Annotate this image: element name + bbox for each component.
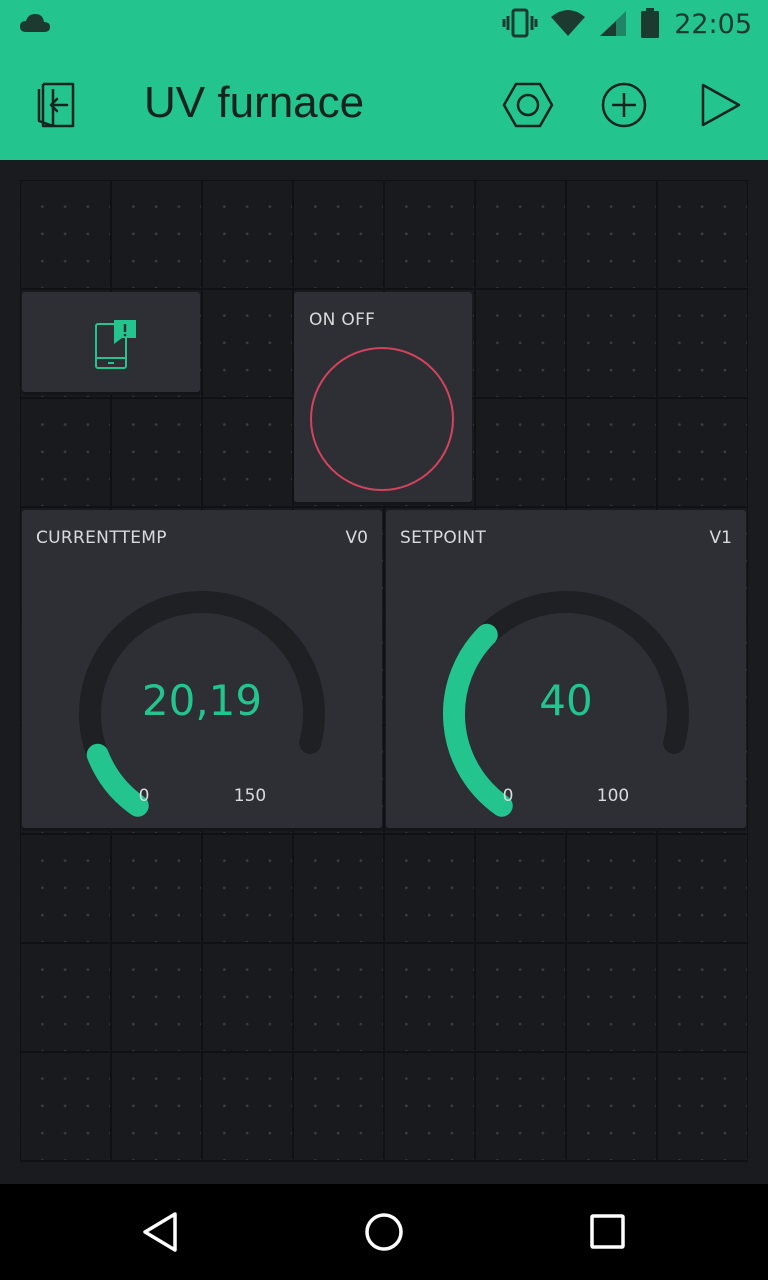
add-icon[interactable] <box>596 77 652 133</box>
page-title: UV furnace <box>144 78 365 127</box>
wifi-icon <box>550 9 586 41</box>
gauge-widget-currenttemp: CURRENTTEMP V0 20,19 0 150 <box>22 510 382 828</box>
gauge-dial: 20,19 0 150 <box>79 591 325 817</box>
signal-icon <box>598 9 628 41</box>
app-toolbar: UV furnace <box>0 50 768 160</box>
battery-icon <box>640 8 660 42</box>
play-icon[interactable] <box>692 77 748 133</box>
gauge-value-arc <box>443 623 513 817</box>
home-icon[interactable] <box>356 1204 412 1260</box>
back-icon[interactable] <box>132 1204 188 1260</box>
gauge-value: 20,19 <box>142 676 262 725</box>
status-time: 22:05 <box>674 9 752 40</box>
vibrate-icon <box>502 8 538 42</box>
gauge-value: 40 <box>539 676 592 725</box>
gauge-max: 100 <box>597 786 629 806</box>
notification-widget[interactable] <box>22 292 200 392</box>
gauge-dial: 40 0 100 <box>443 591 689 817</box>
on-off-button-widget: ON OFF <box>294 292 472 502</box>
status-bar: 22:05 <box>0 0 768 50</box>
recents-icon[interactable] <box>580 1204 636 1260</box>
on-off-button[interactable] <box>310 347 454 491</box>
cloud-icon <box>18 10 52 42</box>
phone-alert-icon <box>94 318 138 374</box>
gauge-min: 0 <box>503 786 514 806</box>
gauge-value-arc <box>86 743 149 817</box>
exit-icon[interactable] <box>28 77 84 133</box>
settings-hexagon-icon[interactable] <box>500 77 556 133</box>
gauge-widget-setpoint: SETPOINT V1 40 0 100 <box>386 510 746 828</box>
gauge-max: 150 <box>234 786 266 806</box>
system-nav-bar <box>0 1184 768 1280</box>
button-widget-label: ON OFF <box>309 310 376 330</box>
gauge-min: 0 <box>139 786 150 806</box>
